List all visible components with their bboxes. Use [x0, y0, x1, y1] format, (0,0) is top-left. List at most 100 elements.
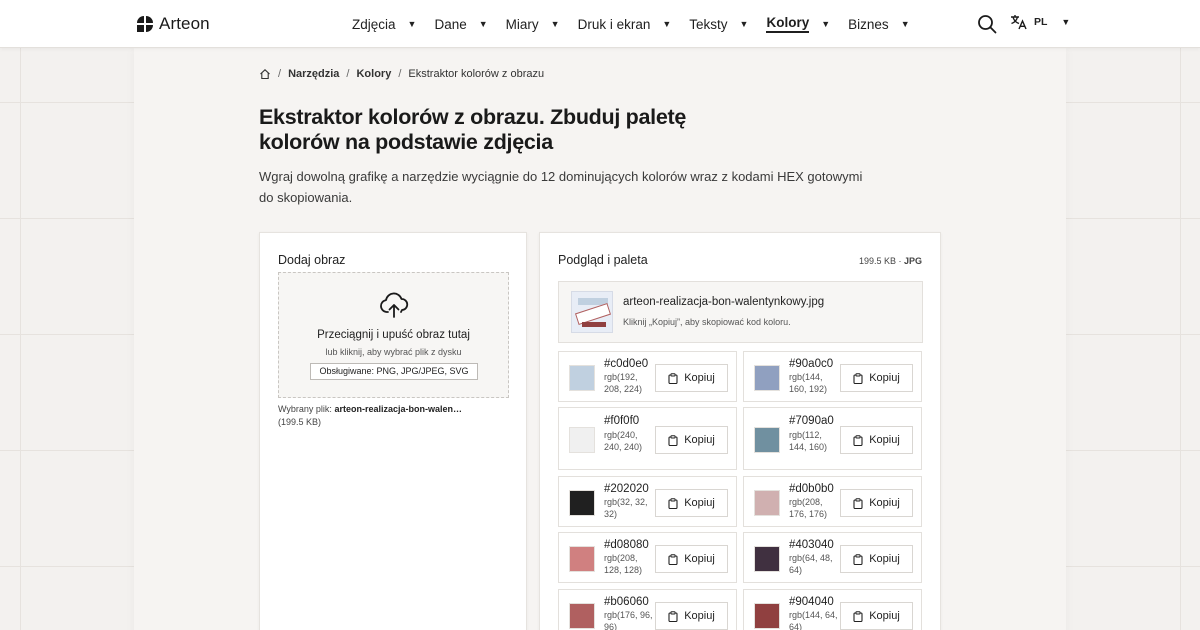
copy-button[interactable]: Kopiuj	[840, 545, 913, 573]
nav-item-2[interactable]: Miary ▼	[506, 12, 560, 36]
dropzone-title: Przeciągnij i upuść obraz tutaj	[317, 329, 470, 341]
chevron-down-icon: ▼	[550, 19, 560, 29]
nav-item-label: Teksty	[689, 16, 728, 32]
clipboard-icon	[668, 610, 678, 622]
color-rgb: rgb(208, 176, 176)	[789, 497, 828, 519]
chevron-down-icon: ▼	[478, 19, 488, 29]
page-description: Wgraj dowolną grafikę a narzędzie wyciąg…	[259, 169, 863, 205]
copy-button[interactable]: Kopiuj	[840, 426, 913, 454]
file-preview-box: arteon-realizacja-bon-walentynkowy.jpg K…	[558, 281, 923, 343]
copy-button[interactable]: Kopiuj	[840, 489, 913, 517]
clipboard-icon	[668, 553, 678, 565]
file-format: JPG	[903, 256, 922, 266]
color-rgb: rgb(240, 240, 240)	[604, 430, 643, 452]
color-swatch	[569, 365, 595, 391]
color-swatch	[569, 490, 595, 516]
copy-button-label: Kopiuj	[869, 610, 900, 622]
upload-panel: Dodaj obraz Przeciągnij i upuść obraz tu…	[259, 232, 527, 630]
color-swatch	[754, 603, 780, 629]
copy-button[interactable]: Kopiuj	[655, 489, 728, 517]
copy-button[interactable]: Kopiuj	[655, 426, 728, 454]
nav-item-1[interactable]: Dane ▼	[434, 12, 487, 36]
chevron-down-icon: ▼	[739, 19, 749, 29]
color-swatch	[569, 603, 595, 629]
color-swatch-card: #202020 rgb(32, 32, 32) Kopiuj	[558, 476, 737, 527]
nav-item-label: Kolory	[766, 15, 810, 33]
color-swatch	[754, 546, 780, 572]
chosen-file-size: (199.5 KB)	[278, 417, 322, 427]
color-swatch-card: #f0f0f0 rgb(240, 240, 240) Kopiuj	[558, 407, 737, 470]
color-hex: #d08080	[604, 539, 649, 551]
chevron-down-icon: ▼	[407, 19, 417, 29]
color-swatch	[569, 546, 595, 572]
nav-item-label: Biznes	[848, 16, 889, 32]
nav-item-5[interactable]: Kolory ▼	[766, 12, 830, 36]
color-swatch-card: #7090a0 rgb(112, 144, 160) Kopiuj	[743, 407, 922, 470]
home-icon[interactable]	[259, 68, 271, 80]
clipboard-icon	[668, 372, 678, 384]
color-hex: #904040	[789, 596, 834, 608]
chevron-down-icon: ▼	[900, 19, 910, 29]
chevron-down-icon: ▼	[1061, 17, 1071, 27]
image-dropzone[interactable]: Przeciągnij i upuść obraz tutaj lub klik…	[278, 272, 509, 398]
copy-button-label: Kopiuj	[869, 434, 900, 446]
breadcrumb-current: Ekstraktor kolorów z obrazu	[408, 68, 545, 80]
chevron-down-icon: ▼	[821, 19, 831, 29]
preview-panel: Podgląd i paleta 199.5 KB · JPG arteon-r…	[539, 232, 941, 630]
nav-item-0[interactable]: Zdjęcia ▼	[352, 12, 416, 36]
color-hex: #403040	[789, 539, 834, 551]
dropzone-subtitle: lub kliknij, aby wybrać plik z dysku	[325, 347, 462, 357]
chevron-down-icon: ▼	[662, 19, 672, 29]
copy-button[interactable]: Kopiuj	[655, 364, 728, 392]
color-hex: #f0f0f0	[604, 415, 640, 427]
color-hex: #d0b0b0	[789, 483, 834, 495]
nav-item-3[interactable]: Druk i ekran ▼	[578, 12, 672, 36]
color-rgb: rgb(144, 64, 64)	[789, 610, 838, 630]
color-swatch-card: #904040 rgb(144, 64, 64) Kopiuj	[743, 589, 922, 630]
color-swatch-card: #d0b0b0 rgb(208, 176, 176) Kopiuj	[743, 476, 922, 527]
color-swatch-card: #d08080 rgb(208, 128, 128) Kopiuj	[558, 532, 737, 583]
language-code: PL	[1034, 16, 1048, 28]
chosen-file-info: Wybrany plik: arteon-realizacja-bon-wale…	[278, 403, 508, 429]
color-hex: #7090a0	[789, 415, 834, 427]
nav-item-4[interactable]: Teksty ▼	[689, 12, 748, 36]
copy-button-label: Kopiuj	[684, 610, 715, 622]
upload-panel-title: Dodaj obraz	[278, 253, 346, 267]
clipboard-icon	[668, 434, 678, 446]
nav-item-label: Dane	[434, 16, 467, 32]
copy-button-label: Kopiuj	[684, 497, 715, 509]
chosen-file-name: arteon-realizacja-bon-walen…	[334, 404, 462, 414]
color-swatch-card: #90a0c0 rgb(144, 160, 192) Kopiuj	[743, 351, 922, 402]
logo-mark-icon	[137, 16, 153, 32]
copy-button[interactable]: Kopiuj	[840, 602, 913, 630]
copy-button[interactable]: Kopiuj	[655, 602, 728, 630]
main-nav: Zdjęcia ▼ Dane ▼ Miary ▼ Druk i ekran ▼ Teksty ▼ K…	[352, 0, 928, 48]
language-selector[interactable]: PL ▼	[1010, 14, 1070, 30]
color-swatch-card: #c0d0e0 rgb(192, 208, 224) Kopiuj	[558, 351, 737, 402]
copy-button-label: Kopiuj	[684, 434, 715, 446]
color-rgb: rgb(144, 160, 192)	[789, 372, 828, 394]
copy-button-label: Kopiuj	[869, 497, 900, 509]
copy-button[interactable]: Kopiuj	[840, 364, 913, 392]
copy-button-label: Kopiuj	[869, 553, 900, 565]
nav-item-label: Miary	[505, 16, 539, 32]
color-hex: #c0d0e0	[604, 358, 649, 370]
breadcrumb-tools[interactable]: Narzędzia	[288, 68, 339, 80]
color-rgb: rgb(192, 208, 224)	[604, 372, 643, 394]
color-hex: #202020	[604, 483, 649, 495]
breadcrumb-colors[interactable]: Kolory	[356, 68, 391, 80]
top-navigation-bar: Arteon Zdjęcia ▼ Dane ▼ Miary ▼ Druk i ekran ▼ T…	[0, 0, 1200, 48]
color-hex: #90a0c0	[789, 358, 834, 370]
copy-button-label: Kopiuj	[684, 553, 715, 565]
color-rgb: rgb(176, 96, 96)	[604, 610, 653, 630]
nav-item-6[interactable]: Biznes ▼	[848, 12, 909, 36]
color-swatch	[569, 427, 595, 453]
translate-icon	[1011, 15, 1027, 30]
copy-button[interactable]: Kopiuj	[655, 545, 728, 573]
preview-file-name: arteon-realizacja-bon-walentynkowy.jpg	[623, 296, 825, 308]
main-content: / Narzędzia / Kolory / Ekstraktor koloró…	[134, 48, 1066, 630]
color-rgb: rgb(208, 128, 128)	[604, 553, 643, 575]
search-icon[interactable]	[976, 13, 998, 35]
brand-logo[interactable]: Arteon	[137, 14, 210, 34]
breadcrumb-separator: /	[346, 68, 350, 80]
